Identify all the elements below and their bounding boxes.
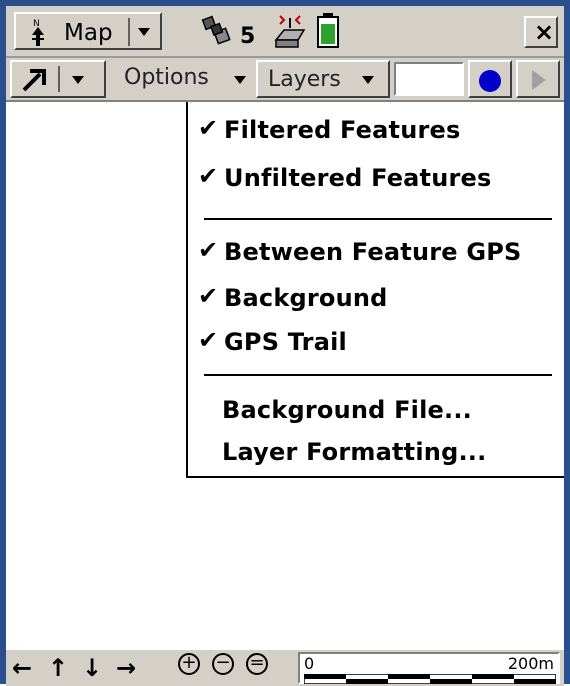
map-nav-bar: ← ↑ ↓ → + − = 0 200m (6, 648, 564, 686)
zoom-out-button[interactable]: − (212, 652, 234, 675)
satellite-icon[interactable] (200, 14, 234, 48)
menu-item-gps-trail[interactable]: ✔ GPS Trail (188, 322, 564, 364)
play-icon (532, 70, 546, 90)
pan-down-button[interactable]: ↓ (82, 654, 102, 682)
view-selector[interactable]: N Map (14, 12, 162, 50)
scale-bar: 0 200m (298, 652, 560, 684)
chevron-down-icon[interactable] (72, 76, 84, 84)
view-selector-divider (128, 18, 130, 46)
menu-item-layer-formatting[interactable]: Layer Formatting... (188, 432, 564, 474)
zoom-in-icon: + (181, 652, 197, 673)
chevron-down-icon (234, 76, 246, 84)
zoom-extent-button[interactable]: = (246, 652, 268, 675)
check-icon: ✔ (198, 282, 219, 310)
toolbar-status-field (394, 62, 464, 96)
check-icon: ✔ (198, 326, 219, 354)
scale-start-label: 0 (304, 654, 315, 673)
menu-separator (204, 374, 552, 376)
view-label: Map (64, 20, 113, 46)
layers-dropdown-menu: ✔ Filtered Features ✔ Unfiltered Feature… (186, 102, 564, 478)
menu-item-label: Background File... (222, 396, 472, 424)
gps-receiver-icon[interactable] (270, 12, 310, 50)
close-button[interactable]: × (524, 16, 558, 48)
svg-text:N: N (33, 19, 40, 29)
scale-ruler (304, 674, 556, 684)
pan-tool-selector[interactable] (10, 60, 106, 98)
zoom-extent-icon: = (249, 652, 265, 673)
menu-item-label: Background (224, 284, 388, 312)
app-window: N Map 5 × Options Layers ✔ Filtered Feat… (0, 0, 570, 686)
menu-item-label: Layer Formatting... (222, 438, 487, 466)
chevron-down-icon[interactable] (138, 28, 150, 36)
menu-item-unfiltered-features[interactable]: ✔ Unfiltered Features (188, 158, 564, 200)
pan-right-button[interactable]: → (116, 654, 136, 682)
menu-item-label: GPS Trail (224, 328, 347, 356)
pan-up-button[interactable]: ↑ (48, 654, 68, 682)
check-icon: ✔ (198, 114, 219, 142)
play-button[interactable] (516, 60, 560, 98)
chevron-down-icon (362, 76, 374, 84)
scale-end-label: 200m (507, 654, 554, 673)
menu-item-label: Unfiltered Features (224, 164, 492, 192)
close-icon: × (534, 18, 555, 46)
check-icon: ✔ (198, 236, 219, 264)
options-menu-button[interactable]: Options (112, 60, 252, 98)
menu-separator (204, 218, 552, 220)
layers-label: Layers (268, 67, 341, 92)
title-bar: N Map 5 × (6, 6, 564, 58)
menu-item-filtered-features[interactable]: ✔ Filtered Features (188, 110, 564, 152)
record-icon (479, 70, 501, 92)
menu-item-label: Between Feature GPS (224, 238, 522, 266)
pan-left-button[interactable]: ← (12, 654, 32, 682)
satellite-count: 5 (240, 24, 256, 49)
menu-item-background[interactable]: ✔ Background (188, 278, 564, 320)
map-toolbar: Options Layers (6, 58, 564, 102)
layers-menu-button[interactable]: Layers (256, 60, 390, 98)
menu-item-background-file[interactable]: Background File... (188, 390, 564, 432)
battery-icon (317, 13, 339, 48)
menu-item-label: Filtered Features (224, 116, 461, 144)
zoom-in-button[interactable]: + (178, 652, 200, 675)
zoom-out-icon: − (215, 652, 231, 673)
menu-item-between-feature-gps[interactable]: ✔ Between Feature GPS (188, 232, 564, 274)
check-icon: ✔ (198, 162, 219, 190)
pan-tool-divider (58, 66, 60, 92)
options-label: Options (124, 65, 209, 90)
pan-arrow-icon (22, 69, 46, 92)
north-arrow-icon: N (32, 19, 44, 46)
record-button[interactable] (468, 60, 512, 98)
